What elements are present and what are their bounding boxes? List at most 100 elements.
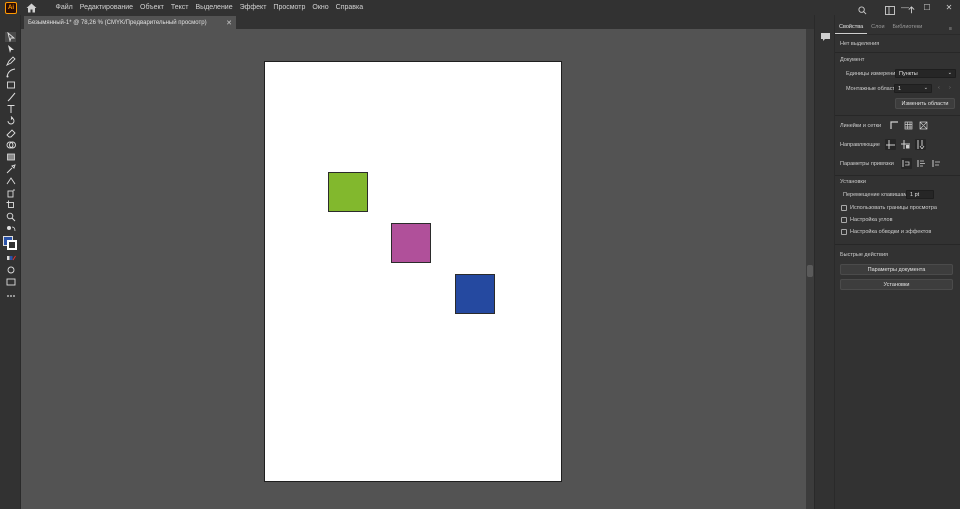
menu-edit[interactable]: Редактирование — [76, 4, 136, 11]
app-logo: Ai — [5, 1, 17, 14]
show-guides-icon[interactable] — [885, 139, 896, 150]
menu-bar: Ai Файл Редактирование Объект Текст Выде… — [0, 0, 960, 15]
color-mode-icon[interactable] — [5, 253, 16, 263]
curvature-tool-icon[interactable] — [5, 68, 16, 78]
screen-mode-icon[interactable] — [5, 277, 16, 287]
rectangle-tool-icon[interactable] — [5, 80, 16, 90]
close-window-button[interactable]: ✕ — [938, 0, 960, 15]
edit-artboards-button[interactable]: Изменить области — [895, 98, 955, 109]
eraser-tool-icon[interactable] — [5, 128, 16, 138]
tab-libraries[interactable]: Библиотеки — [889, 21, 927, 34]
menu-items: Файл Редактирование Объект Текст Выделен… — [52, 4, 367, 11]
document-setup-button[interactable]: Параметры документа — [840, 264, 953, 275]
units-value: Пункты — [899, 70, 918, 77]
menu-window[interactable]: Окно — [309, 4, 332, 11]
selection-tool-icon[interactable] — [5, 32, 16, 42]
search-icon[interactable] — [858, 6, 867, 17]
document-tab-bar: Безымянный-1* @ 78,26 % (CMYK/Предварите… — [21, 15, 814, 29]
type-tool-icon[interactable] — [5, 104, 16, 114]
snap-to-point-icon[interactable] — [901, 158, 912, 169]
artboards-value: 1 — [898, 85, 902, 92]
snap-to-glyph-icon[interactable] — [931, 158, 942, 169]
magenta-square[interactable] — [391, 223, 431, 263]
rulers-grids-label: Линейки и сетки — [840, 123, 882, 129]
grid-icon[interactable] — [903, 120, 914, 131]
menu-effect[interactable]: Эффект — [236, 4, 270, 11]
canvas-area[interactable] — [21, 29, 806, 509]
next-artboard-icon[interactable]: › — [949, 85, 951, 91]
tab-properties[interactable]: Свойства — [835, 21, 868, 34]
rotate-tool-icon[interactable] — [5, 116, 16, 126]
checkbox-box[interactable] — [841, 205, 847, 211]
share-icon[interactable] — [907, 6, 916, 17]
preferences-button[interactable]: Установки — [840, 279, 953, 290]
scrollbar-thumb[interactable] — [807, 265, 813, 277]
artboard[interactable] — [264, 61, 562, 482]
snap-options-label: Параметры привязки — [840, 161, 894, 167]
menu-type[interactable]: Текст — [167, 4, 192, 11]
menu-view[interactable]: Просмотр — [270, 4, 309, 11]
snap-to-pixel-icon[interactable] — [916, 158, 927, 169]
maximize-button[interactable]: ☐ — [916, 0, 938, 15]
direct-selection-tool-icon[interactable] — [5, 44, 16, 54]
scale-strokes-checkbox[interactable]: Настройка обводки и эффектов — [841, 229, 931, 235]
more-tools-icon[interactable] — [5, 291, 16, 301]
document-tab-title: Безымянный-1* @ 78,26 % (CMYK/Предварите… — [28, 19, 207, 26]
preferences-heading: Установки — [840, 179, 866, 185]
keyboard-increment-input[interactable]: 1 pt — [906, 190, 934, 199]
previous-artboard-icon[interactable]: ‹ — [938, 85, 940, 91]
gradient-tool-icon[interactable] — [5, 152, 16, 162]
scale-corners-checkbox[interactable]: Настройка углов — [841, 217, 893, 223]
properties-panel: Свойства Слои Библиотеки ≡ Нет выделения… — [835, 6, 960, 509]
zoom-tool-icon[interactable] — [5, 212, 16, 222]
checkbox-box[interactable] — [841, 217, 847, 223]
green-square[interactable] — [328, 172, 368, 212]
artboard-tool-icon[interactable] — [5, 200, 16, 210]
keyboard-increment-value: 1 pt — [910, 191, 920, 198]
panel-tabs: Свойства Слои Библиотеки ≡ — [835, 21, 960, 35]
preview-bounds-label: Использовать границы просмотра — [850, 205, 937, 211]
blend-tool-icon[interactable] — [5, 176, 16, 186]
divider — [835, 52, 960, 53]
document-tab[interactable]: Безымянный-1* @ 78,26 % (CMYK/Предварите… — [24, 16, 236, 29]
home-icon[interactable] — [25, 2, 37, 14]
pen-tool-icon[interactable] — [5, 56, 16, 66]
rulers-icon[interactable] — [889, 120, 900, 131]
comments-icon[interactable] — [820, 29, 831, 41]
chevron-down-icon: ⌄ — [947, 70, 952, 76]
checkbox-box[interactable] — [841, 229, 847, 235]
panel-menu-icon[interactable]: ≡ — [945, 23, 956, 35]
chevron-down-icon: ⌄ — [923, 85, 928, 91]
divider — [835, 175, 960, 176]
eyedropper-tool-icon[interactable] — [5, 164, 16, 174]
artboards-label: Монтажные области: — [846, 86, 900, 92]
stroke-swatch[interactable] — [7, 240, 17, 250]
paintbrush-tool-icon[interactable] — [5, 92, 16, 102]
perspective-grid-icon[interactable] — [918, 120, 929, 131]
lock-guides-icon[interactable] — [900, 139, 911, 150]
vertical-scrollbar[interactable] — [806, 29, 814, 509]
tab-layers[interactable]: Слои — [867, 21, 888, 34]
symbol-sprayer-tool-icon[interactable] — [5, 188, 16, 198]
blue-square[interactable] — [455, 274, 495, 314]
window-controls: — ☐ ✕ — [894, 0, 960, 15]
shape-builder-tool-icon[interactable] — [5, 140, 16, 150]
menu-file[interactable]: Файл — [52, 4, 76, 11]
menu-help[interactable]: Справка — [332, 4, 366, 11]
scale-strokes-label: Настройка обводки и эффектов — [850, 229, 932, 235]
close-tab-icon[interactable]: ✕ — [226, 19, 232, 27]
preview-bounds-checkbox[interactable]: Использовать границы просмотра — [841, 205, 937, 211]
draw-mode-icon[interactable] — [5, 265, 16, 275]
smart-guides-icon[interactable] — [915, 139, 926, 150]
units-dropdown[interactable]: Пункты ⌄ — [895, 69, 956, 78]
collapsed-panels-strip — [814, 15, 835, 509]
guides-label: Направляющие — [840, 142, 880, 148]
swap-colors-icon[interactable] — [5, 225, 16, 235]
workspace-switcher-icon[interactable] — [885, 6, 895, 17]
scale-corners-label: Настройка углов — [850, 217, 893, 223]
artboards-dropdown[interactable]: 1 ⌄ — [894, 84, 932, 93]
document-heading: Документ — [840, 57, 865, 63]
menu-select[interactable]: Выделение — [192, 4, 236, 11]
tools-panel — [0, 15, 21, 509]
menu-object[interactable]: Объект — [137, 4, 168, 11]
